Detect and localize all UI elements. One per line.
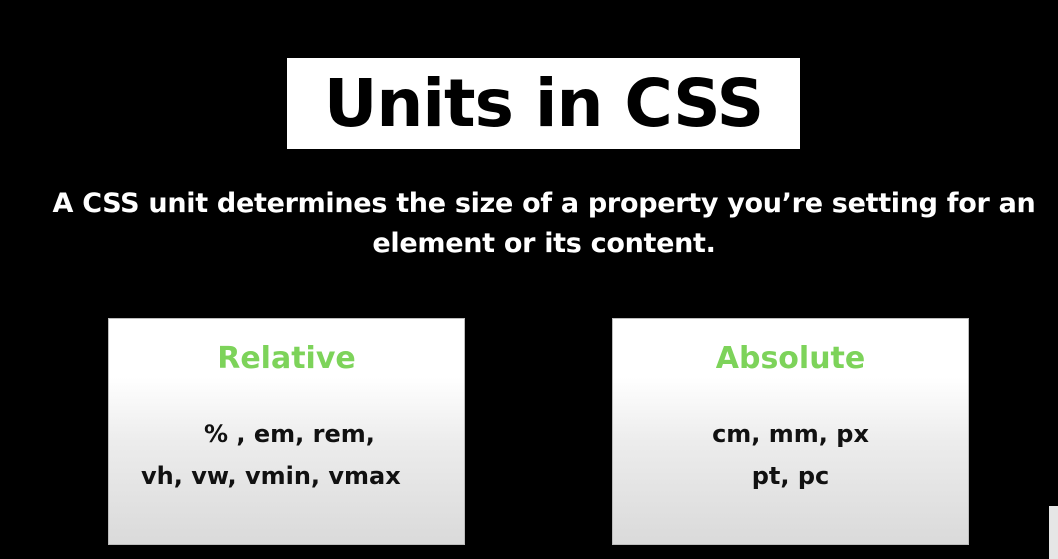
absolute-units-line-1: cm, mm, px: [712, 420, 869, 448]
description-line-1: A CSS unit determines the size of a prop…: [52, 188, 1036, 219]
description-line-2: element or its content.: [372, 228, 716, 259]
slide-title: Units in CSS: [323, 64, 764, 142]
title-box: Units in CSS: [287, 58, 800, 149]
relative-units-card: Relative % , em, rem, vh, vw, vmin, vmax: [108, 318, 465, 545]
absolute-units-card: Absolute cm, mm, px pt, pc: [612, 318, 969, 545]
absolute-units-line-2: pt, pc: [751, 462, 830, 490]
relative-units-line-2: vh, vw, vmin, vmax: [141, 462, 401, 490]
description: A CSS unit determines the size of a prop…: [40, 184, 1048, 264]
relative-heading: Relative: [217, 341, 356, 376]
absolute-heading: Absolute: [715, 341, 866, 376]
relative-units-line-1: % , em, rem,: [204, 420, 375, 448]
edge-marker: [1049, 506, 1058, 559]
